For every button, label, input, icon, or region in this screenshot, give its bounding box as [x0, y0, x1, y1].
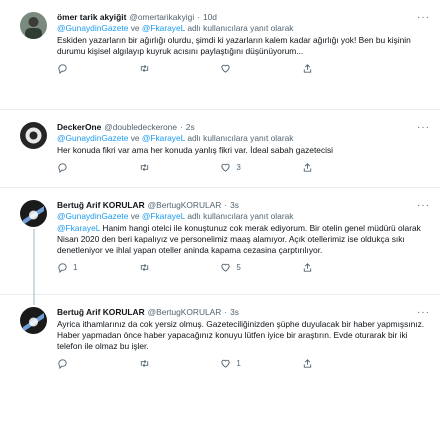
tweet-text-body: Hanim hangi otelci ile konuştunuz cok me… — [57, 223, 421, 255]
more-options-icon[interactable]: ··· — [417, 122, 430, 132]
mention-link[interactable]: @FkarayeL — [57, 223, 100, 233]
heart-icon — [221, 263, 230, 272]
reply-button[interactable] — [57, 162, 127, 173]
author-handle[interactable]: @omertarikakyigi — [129, 12, 194, 23]
tweet-body: DeckerOne @doubledeckerone · 2s ··· @Gun… — [57, 122, 430, 179]
retweet-icon — [140, 359, 148, 368]
share-button[interactable] — [302, 262, 372, 273]
reply-icon — [58, 359, 67, 369]
tweet-body: Bertuğ Arif KORULAR @BertugKORULAR · 3s … — [57, 307, 430, 421]
action-bar: 3 — [57, 162, 372, 173]
author-name[interactable]: ömer tarik akyiğit — [57, 12, 126, 23]
heart-icon — [221, 163, 230, 172]
reply-context: @GunaydinGazete ve @FkarayeL adlı kullan… — [57, 23, 430, 34]
reply-icon — [58, 263, 67, 273]
tweet-body: ömer tarik akyiğit @omertarikakyigi · 10… — [57, 12, 430, 101]
timestamp[interactable]: 2s — [186, 122, 195, 133]
separator-dot: · — [197, 12, 200, 22]
like-button[interactable]: 3 — [220, 162, 290, 173]
share-button[interactable] — [302, 63, 372, 74]
action-bar: 1 5 — [57, 262, 372, 273]
separator-dot: · — [224, 200, 228, 210]
reply-suffix: adlı kullanıcılara yanıt olarak — [187, 133, 294, 143]
retweet-button[interactable] — [139, 358, 209, 369]
like-button[interactable]: 5 — [220, 262, 290, 273]
mention-link[interactable]: @GunaydinGazete — [57, 23, 128, 33]
separator-dot: · — [180, 122, 183, 132]
reply-suffix: adlı kullanıcılara yanıt olarak — [187, 211, 294, 221]
more-options-icon[interactable]: ··· — [417, 12, 430, 22]
reply-context: @GunaydinGazete ve @FkarayeL adlı kullan… — [57, 211, 430, 222]
tweet[interactable]: DeckerOne @doubledeckerone · 2s ··· @Gun… — [0, 110, 440, 188]
timestamp[interactable]: 3s — [230, 200, 239, 211]
reply-icon — [58, 163, 67, 173]
like-count: 3 — [236, 163, 241, 172]
retweet-icon — [140, 64, 148, 73]
separator-dot: · — [224, 307, 228, 317]
tweet[interactable]: ömer tarik akyiğit @omertarikakyigi · 10… — [0, 0, 440, 110]
action-bar: 1 — [57, 358, 372, 369]
reply-connector: ve — [130, 23, 140, 33]
mention-link[interactable]: @GunaydinGazete — [57, 211, 128, 221]
reply-icon — [58, 64, 67, 74]
mention-link[interactable]: @FkarayeL — [142, 23, 185, 33]
avatar[interactable] — [20, 12, 47, 39]
avatar[interactable] — [20, 307, 47, 334]
reply-suffix: adlı kullanıcılara yanıt olarak — [187, 23, 294, 33]
reply-connector: ve — [130, 133, 140, 143]
retweet-button[interactable] — [139, 162, 209, 173]
author-handle[interactable]: @doubledeckerone — [104, 122, 177, 133]
like-button[interactable] — [220, 63, 290, 74]
tweet-text: Her konuda fikri var ama her konuda yanl… — [57, 145, 334, 155]
timestamp[interactable]: 3s — [230, 307, 239, 318]
action-bar — [57, 63, 372, 74]
author-name[interactable]: DeckerOne — [57, 122, 101, 133]
thread-line — [33, 229, 35, 295]
reply-button[interactable] — [57, 63, 127, 74]
like-count: 5 — [236, 263, 241, 272]
share-icon — [303, 163, 312, 172]
author-handle[interactable]: @BertugKORULAR — [148, 200, 222, 211]
share-icon — [303, 64, 312, 73]
share-icon — [303, 359, 312, 368]
more-options-icon[interactable]: ··· — [417, 200, 430, 210]
author-name[interactable]: Bertuğ Arif KORULAR — [57, 200, 145, 211]
retweet-button[interactable] — [139, 63, 209, 74]
author-name[interactable]: Bertuğ Arif KORULAR — [57, 307, 145, 318]
retweet-button[interactable] — [139, 262, 209, 273]
avatar[interactable] — [20, 200, 47, 227]
reply-button[interactable] — [57, 358, 127, 369]
tweet-feed: ömer tarik akyiğit @omertarikakyigi · 10… — [0, 0, 440, 429]
mention-link[interactable]: @FkarayeL — [142, 211, 185, 221]
tweet[interactable]: Bertuğ Arif KORULAR @BertugKORULAR · 3s … — [0, 188, 440, 295]
tweet-text: Ayrica ithamlarınız da cok yersiz olmuş.… — [57, 319, 425, 351]
share-icon — [303, 263, 312, 272]
timestamp[interactable]: 10d — [203, 12, 217, 23]
heart-icon — [221, 64, 230, 73]
reply-context: @GunaydinGazete ve @FkarayeL adlı kullan… — [57, 133, 430, 144]
like-button[interactable]: 1 — [220, 358, 290, 369]
retweet-icon — [140, 263, 148, 272]
share-button[interactable] — [302, 162, 372, 173]
share-button[interactable] — [302, 358, 372, 369]
mention-link[interactable]: @GunaydinGazete — [57, 133, 128, 143]
tweet-body: Bertuğ Arif KORULAR @BertugKORULAR · 3s … — [57, 200, 430, 286]
tweet-text: Eskiden yazarların bir ağırlığı olurdu, … — [57, 35, 411, 56]
reply-button[interactable]: 1 — [57, 262, 127, 273]
reply-connector: ve — [130, 211, 140, 221]
reply-count: 1 — [73, 263, 78, 272]
retweet-icon — [140, 163, 148, 172]
like-count: 1 — [236, 359, 241, 368]
mention-link[interactable]: @FkarayeL — [142, 133, 185, 143]
tweet[interactable]: Bertuğ Arif KORULAR @BertugKORULAR · 3s … — [0, 295, 440, 429]
author-handle[interactable]: @BertugKORULAR — [148, 307, 222, 318]
more-options-icon[interactable]: ··· — [417, 307, 430, 317]
thread-line — [33, 295, 35, 305]
heart-icon — [221, 359, 230, 368]
tweet-text: @FkarayeL Hanim hangi otelci ile konuştu… — [57, 223, 430, 256]
avatar[interactable] — [20, 122, 47, 149]
